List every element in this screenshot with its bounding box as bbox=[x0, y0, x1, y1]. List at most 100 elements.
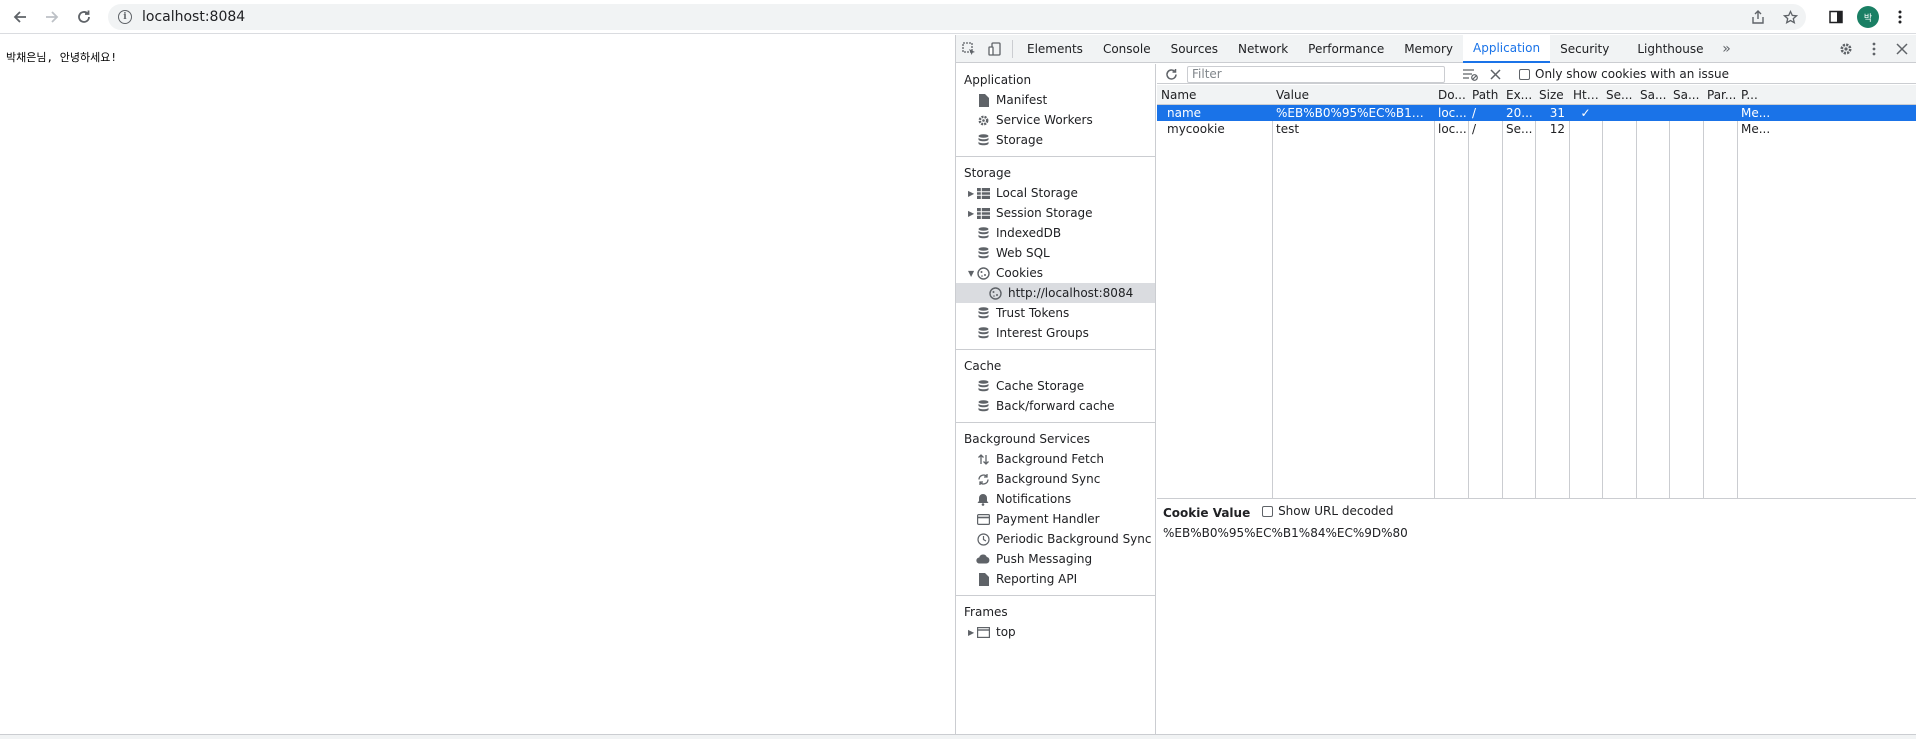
sidebar-item-cache-storage[interactable]: Cache Storage bbox=[956, 376, 1155, 396]
settings-gear-icon[interactable] bbox=[1832, 42, 1860, 56]
tab-network[interactable]: Network bbox=[1228, 35, 1298, 63]
tab-performance[interactable]: Performance bbox=[1298, 35, 1394, 63]
browser-menu-icon[interactable] bbox=[1884, 0, 1916, 34]
only-issues-checkbox[interactable] bbox=[1519, 68, 1530, 80]
clear-filtered-cookies-icon[interactable] bbox=[1463, 64, 1478, 84]
column-divider[interactable] bbox=[1703, 85, 1704, 498]
sidebar-item-background-fetch[interactable]: Background Fetch bbox=[956, 449, 1155, 469]
tab-application[interactable]: Application bbox=[1463, 34, 1551, 63]
sidebar-item-cookie-origin[interactable]: http://localhost:8084 bbox=[956, 283, 1155, 303]
sidebar-item-frame-top[interactable]: ▶ top bbox=[956, 622, 1155, 642]
sidebar-item-web-sql[interactable]: Web SQL bbox=[956, 243, 1155, 263]
sidebar-item-label: Web SQL bbox=[996, 246, 1050, 260]
table-cell bbox=[1669, 105, 1703, 121]
column-header[interactable]: Sa... bbox=[1669, 85, 1703, 105]
table-header-row: Name Value Do... Path Ex... Size Htt... Se... Sa… bbox=[1157, 85, 1916, 105]
sidebar-item-cookies[interactable]: ▼ Cookies bbox=[956, 263, 1155, 283]
table-row[interactable]: name %EB%B0%95%EC%B1%84%EC%9D%80 loc... / 20… bbox=[1157, 105, 1916, 121]
column-header[interactable]: Ex... bbox=[1502, 85, 1535, 105]
cookies-panel: Filter Only show cookies with an issue N… bbox=[1157, 64, 1916, 739]
share-icon[interactable] bbox=[1742, 10, 1774, 24]
site-info-icon[interactable]: i bbox=[118, 10, 132, 24]
sidebar-item-service-workers[interactable]: Service Workers bbox=[956, 110, 1155, 130]
column-header[interactable]: Par... bbox=[1703, 85, 1737, 105]
collapse-triangle-icon[interactable]: ▼ bbox=[968, 269, 974, 278]
sidebar-item-local-storage[interactable]: ▶ Local Storage bbox=[956, 183, 1155, 203]
cookies-table: Name Value Do... Path Ex... Size Htt... Se... Sa… bbox=[1157, 85, 1916, 499]
clear-all-icon[interactable] bbox=[1490, 64, 1501, 84]
url-text[interactable]: localhost:8084 bbox=[142, 9, 245, 25]
only-issues-toggle[interactable]: Only show cookies with an issue bbox=[1519, 67, 1729, 81]
database-icon bbox=[976, 226, 990, 240]
show-url-decoded-checkbox[interactable] bbox=[1262, 505, 1274, 517]
sidebar-item-storage[interactable]: Storage bbox=[956, 130, 1155, 150]
column-header[interactable]: P... bbox=[1737, 85, 1777, 105]
expand-triangle-icon[interactable]: ▶ bbox=[968, 628, 974, 637]
inspect-element-icon[interactable] bbox=[956, 35, 982, 63]
sidebar-item-label: Manifest bbox=[996, 93, 1048, 107]
reload-icon[interactable] bbox=[68, 1, 100, 33]
sidebar-item-manifest[interactable]: Manifest bbox=[956, 90, 1155, 110]
column-header[interactable]: Value bbox=[1272, 85, 1434, 105]
table-cell: Se... bbox=[1506, 122, 1533, 136]
column-divider[interactable] bbox=[1468, 85, 1469, 498]
sidebar-item-interest-groups[interactable]: Interest Groups bbox=[956, 323, 1155, 343]
cookie-filter-input[interactable]: Filter bbox=[1187, 66, 1445, 83]
column-divider[interactable] bbox=[1636, 85, 1637, 498]
column-header[interactable]: Size bbox=[1535, 85, 1569, 105]
forward-icon[interactable] bbox=[36, 1, 68, 33]
column-header[interactable]: Htt... bbox=[1569, 85, 1602, 105]
column-header[interactable]: Name bbox=[1157, 85, 1272, 105]
sidebar-item-periodic-background-sync[interactable]: Periodic Background Sync bbox=[956, 529, 1155, 549]
refresh-icon[interactable] bbox=[1165, 64, 1178, 84]
sidebar-section-storage: Storage ▶ Local Storage ▶ Session Storag… bbox=[956, 157, 1155, 350]
column-divider[interactable] bbox=[1569, 85, 1570, 498]
column-divider[interactable] bbox=[1272, 85, 1273, 498]
sidebar-item-payment-handler[interactable]: Payment Handler bbox=[956, 509, 1155, 529]
sidebar-item-session-storage[interactable]: ▶ Session Storage bbox=[956, 203, 1155, 223]
devtools-menu-icon[interactable] bbox=[1860, 42, 1888, 56]
back-icon[interactable] bbox=[4, 1, 36, 33]
tab-memory[interactable]: Memory bbox=[1394, 35, 1463, 63]
sidebar-item-push-messaging[interactable]: Push Messaging bbox=[956, 549, 1155, 569]
table-cell: Me... bbox=[1741, 106, 1771, 120]
show-url-decoded-toggle[interactable]: Show URL decoded bbox=[1262, 504, 1393, 518]
section-title: Cache bbox=[964, 359, 1002, 373]
close-devtools-icon[interactable] bbox=[1888, 43, 1916, 55]
expand-triangle-icon[interactable]: ▶ bbox=[968, 209, 974, 218]
sidebar-item-background-sync[interactable]: Background Sync bbox=[956, 469, 1155, 489]
address-bar[interactable]: i localhost:8084 bbox=[108, 4, 1806, 30]
tab-security[interactable]: Security bbox=[1550, 35, 1619, 63]
tab-elements[interactable]: Elements bbox=[1017, 35, 1093, 63]
column-header[interactable]: Path bbox=[1468, 85, 1502, 105]
column-header[interactable]: Sa... bbox=[1636, 85, 1669, 105]
column-divider[interactable] bbox=[1737, 85, 1738, 498]
side-panel-icon[interactable] bbox=[1820, 0, 1852, 34]
expand-triangle-icon[interactable]: ▶ bbox=[968, 189, 974, 198]
sidebar-item-label: Reporting API bbox=[996, 572, 1078, 586]
column-divider[interactable] bbox=[1669, 85, 1670, 498]
tab-sources[interactable]: Sources bbox=[1161, 35, 1228, 63]
tab-lighthouse[interactable]: Lighthouse bbox=[1627, 35, 1713, 63]
profile-avatar[interactable]: 박 bbox=[1852, 0, 1884, 34]
sidebar-item-label: Session Storage bbox=[996, 206, 1093, 220]
more-tabs-icon[interactable]: » bbox=[1714, 35, 1740, 63]
device-toolbar-icon[interactable] bbox=[982, 35, 1008, 63]
sidebar-item-reporting-api[interactable]: Reporting API bbox=[956, 569, 1155, 589]
column-divider[interactable] bbox=[1502, 85, 1503, 498]
sidebar-section-cache: Cache Cache Storage Back/forward cache bbox=[956, 350, 1155, 423]
sidebar-item-trust-tokens[interactable]: Trust Tokens bbox=[956, 303, 1155, 323]
sidebar-item-bfcache[interactable]: Back/forward cache bbox=[956, 396, 1155, 416]
bell-icon bbox=[976, 492, 990, 506]
sidebar-item-indexeddb[interactable]: IndexedDB bbox=[956, 223, 1155, 243]
column-divider[interactable] bbox=[1602, 85, 1603, 498]
sidebar-item-notifications[interactable]: Notifications bbox=[956, 489, 1155, 509]
gear-icon bbox=[976, 113, 990, 127]
table-row[interactable]: mycookie test loc... / Se... 12 Me... bbox=[1157, 121, 1916, 137]
column-divider[interactable] bbox=[1535, 85, 1536, 498]
tab-console[interactable]: Console bbox=[1093, 35, 1161, 63]
column-header[interactable]: Se... bbox=[1602, 85, 1636, 105]
column-divider[interactable] bbox=[1434, 85, 1435, 498]
bookmark-star-icon[interactable] bbox=[1774, 9, 1806, 25]
column-header[interactable]: Do... bbox=[1434, 85, 1468, 105]
